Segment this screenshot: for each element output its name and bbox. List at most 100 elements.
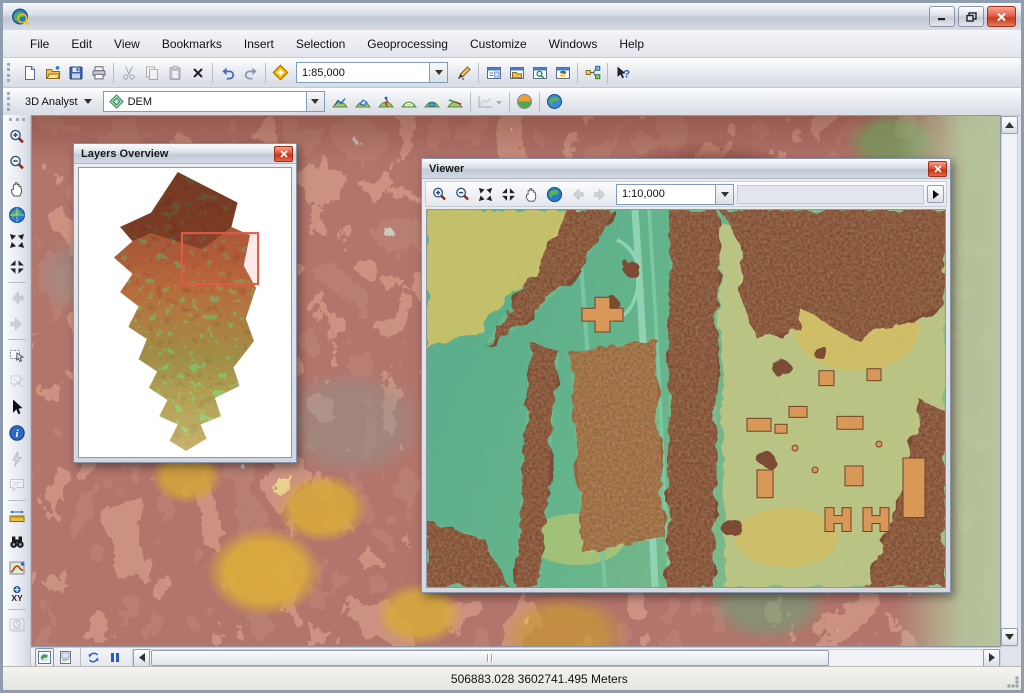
menu-help[interactable]: Help	[608, 32, 655, 56]
viewer-fixed-zoom-out-button[interactable]	[497, 183, 520, 206]
toolbar-grip[interactable]	[9, 118, 25, 121]
pan-tool[interactable]	[5, 177, 29, 201]
html-popup-tool[interactable]	[5, 473, 29, 497]
horizontal-scroll-thumb[interactable]	[151, 650, 829, 666]
line-of-sight-button[interactable]	[444, 90, 467, 113]
zoom-out-tool[interactable]	[5, 151, 29, 175]
clear-selection-tool[interactable]	[5, 369, 29, 393]
locate-steepest-path-button[interactable]	[375, 90, 398, 113]
scroll-left-button[interactable]	[133, 649, 150, 667]
overview-map[interactable]	[78, 167, 292, 458]
horizontal-scrollbar[interactable]	[132, 649, 1001, 667]
toolbar-grip[interactable]	[7, 63, 13, 82]
fixed-zoom-in-tool[interactable]	[5, 229, 29, 253]
fixed-zoom-out-tool[interactable]	[5, 255, 29, 279]
menu-geoprocessing[interactable]: Geoprocessing	[356, 32, 459, 56]
interpolate-polygon-button[interactable]	[352, 90, 375, 113]
menu-insert[interactable]: Insert	[233, 32, 285, 56]
analyst-layer-dropdown[interactable]	[306, 92, 324, 111]
find-route-tool[interactable]	[5, 556, 29, 580]
layers-overview-titlebar[interactable]: Layers Overview	[74, 144, 296, 164]
viewer-zoom-out-button[interactable]	[451, 183, 474, 206]
select-features-tool[interactable]	[5, 343, 29, 367]
menu-edit[interactable]: Edit	[60, 32, 103, 56]
table-of-contents-window-button[interactable]	[482, 61, 505, 84]
paste-button[interactable]	[163, 61, 186, 84]
identify-tool[interactable]: i	[5, 421, 29, 445]
menu-view[interactable]: View	[103, 32, 151, 56]
resize-grip[interactable]	[1006, 675, 1019, 688]
copy-button[interactable]	[140, 61, 163, 84]
find-tool[interactable]	[5, 530, 29, 554]
title-bar[interactable]	[3, 3, 1021, 31]
viewer-titlebar[interactable]: Viewer	[422, 159, 950, 179]
delete-button[interactable]	[186, 61, 209, 84]
pause-drawing-button[interactable]	[105, 648, 124, 667]
interpolate-contour-button[interactable]	[398, 90, 421, 113]
layout-view-button[interactable]	[56, 648, 75, 667]
go-to-xy-tool[interactable]: XY	[5, 582, 29, 606]
select-elements-tool[interactable]	[5, 395, 29, 419]
layers-overview-close-button[interactable]	[274, 146, 293, 162]
new-document-button[interactable]	[18, 61, 41, 84]
arcscene-button[interactable]	[513, 90, 536, 113]
viewer-pan-button[interactable]	[520, 183, 543, 206]
cut-button[interactable]	[117, 61, 140, 84]
viewer-forward-extent-button[interactable]	[589, 183, 612, 206]
extent-indicator[interactable]	[182, 233, 258, 284]
scroll-up-button[interactable]	[1001, 116, 1018, 134]
refresh-button[interactable]	[84, 648, 103, 667]
toolbar-separator	[212, 63, 213, 83]
menu-windows[interactable]: Windows	[538, 32, 609, 56]
menu-selection[interactable]: Selection	[285, 32, 356, 56]
whats-this-help-button[interactable]: ?	[611, 61, 634, 84]
profile-graph-button[interactable]	[474, 90, 506, 113]
interpolate-line-button[interactable]	[329, 90, 352, 113]
modelbuilder-button[interactable]	[581, 61, 604, 84]
area-volume-button[interactable]	[421, 90, 444, 113]
viewer-scroll-right-button[interactable]	[927, 185, 944, 203]
toolbar-grip[interactable]	[7, 92, 13, 111]
map-scale-dropdown[interactable]	[429, 63, 447, 82]
menu-bookmarks[interactable]: Bookmarks	[151, 32, 233, 56]
viewer-scale-combo[interactable]: 1:10,000	[616, 184, 734, 205]
print-button[interactable]	[87, 61, 110, 84]
map-scale-combo[interactable]: 1:85,000	[296, 62, 448, 83]
measure-tool[interactable]	[5, 504, 29, 528]
close-button[interactable]	[987, 6, 1016, 27]
editor-toolbar-button[interactable]	[452, 61, 475, 84]
go-forward-extent-tool[interactable]	[5, 312, 29, 336]
menu-customize[interactable]: Customize	[459, 32, 538, 56]
viewer-fixed-zoom-in-button[interactable]	[474, 183, 497, 206]
open-document-button[interactable]	[41, 61, 64, 84]
data-view-button[interactable]	[35, 648, 54, 667]
viewer-title: Viewer	[429, 163, 464, 175]
scroll-right-button[interactable]	[983, 649, 1000, 667]
search-window-button[interactable]	[528, 61, 551, 84]
analyst-menu-button[interactable]: 3D Analyst	[18, 93, 99, 111]
hyperlink-tool[interactable]	[5, 447, 29, 471]
viewer-close-button[interactable]	[928, 161, 947, 177]
catalog-window-button[interactable]	[505, 61, 528, 84]
viewer-full-extent-button[interactable]	[543, 183, 566, 206]
analyst-layer-combo[interactable]: DEM	[103, 91, 325, 112]
arcglobe-button[interactable]	[543, 90, 566, 113]
menu-file[interactable]: File	[19, 32, 60, 56]
zoom-in-tool[interactable]	[5, 125, 29, 149]
go-back-extent-tool[interactable]	[5, 286, 29, 310]
minimize-button[interactable]	[929, 6, 955, 27]
restore-button[interactable]	[958, 6, 984, 27]
viewer-map[interactable]	[426, 209, 946, 588]
add-data-button[interactable]	[269, 61, 292, 84]
vertical-scrollbar[interactable]	[1001, 115, 1018, 647]
time-slider-tool[interactable]	[5, 613, 29, 637]
viewer-scale-dropdown[interactable]	[715, 185, 733, 204]
scroll-down-button[interactable]	[1001, 628, 1018, 646]
viewer-zoom-in-button[interactable]	[428, 183, 451, 206]
python-window-button[interactable]	[551, 61, 574, 84]
save-button[interactable]	[64, 61, 87, 84]
undo-button[interactable]	[216, 61, 239, 84]
full-extent-tool[interactable]	[5, 203, 29, 227]
redo-button[interactable]	[239, 61, 262, 84]
viewer-back-extent-button[interactable]	[566, 183, 589, 206]
